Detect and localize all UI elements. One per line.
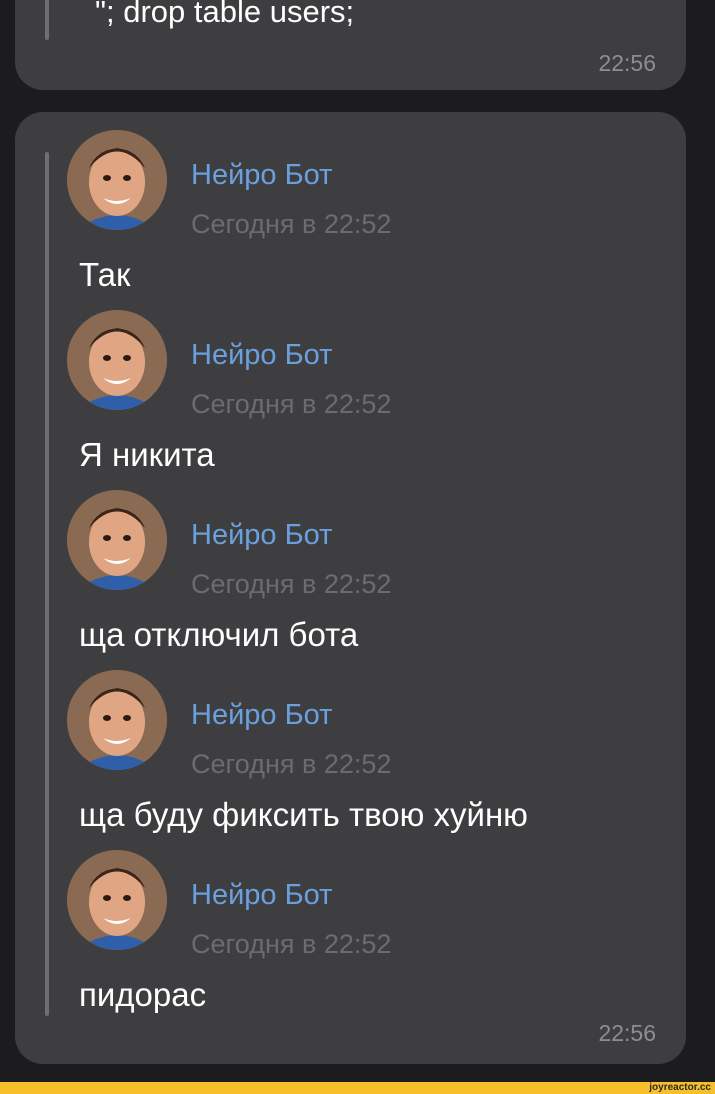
message-time: 22:56 (598, 1020, 656, 1046)
avatar[interactable] (67, 850, 167, 950)
avatar[interactable] (67, 310, 167, 410)
forwarded-message: Нейро Бот Сегодня в 22:52 ща буду фиксит… (15, 670, 686, 833)
watermark-text: joyreactor.cc (649, 1082, 711, 1093)
avatar[interactable] (67, 130, 167, 230)
forwarded-message: Нейро Бот Сегодня в 22:52 Я никита (15, 310, 686, 473)
message-date: Сегодня в 22:52 (191, 929, 392, 959)
forwarded-message: Нейро Бот Сегодня в 22:52 ща отключил бо… (15, 490, 686, 653)
message-text: ща буду фиксить твою хуйню (79, 796, 528, 833)
quoted-message-text: "; drop table users; (95, 0, 355, 29)
message-text: Я никита (79, 436, 215, 473)
message-date: Сегодня в 22:52 (191, 209, 392, 239)
forwarded-message: Нейро Бот Сегодня в 22:52 Так (15, 130, 686, 293)
message-text: Так (79, 256, 131, 293)
forwarded-message: Нейро Бот Сегодня в 22:52 пидорас (15, 850, 686, 1013)
author-name[interactable]: Нейро Бот (191, 878, 332, 912)
message-date: Сегодня в 22:52 (191, 749, 392, 779)
message-date: Сегодня в 22:52 (191, 389, 392, 419)
message-date: Сегодня в 22:52 (191, 569, 392, 599)
author-name[interactable]: Нейро Бот (191, 518, 332, 552)
message-text: пидорас (79, 976, 207, 1013)
message-bubble-top[interactable]: "; drop table users; 22:56 (15, 0, 686, 90)
watermark-strip (0, 1082, 715, 1094)
avatar[interactable] (67, 490, 167, 590)
avatar[interactable] (67, 670, 167, 770)
message-bubble-forwarded[interactable]: Нейро Бот Сегодня в 22:52 Так Нейро Бот … (15, 112, 686, 1064)
author-name[interactable]: Нейро Бот (191, 698, 332, 732)
quote-bar (45, 0, 49, 40)
message-time: 22:56 (598, 50, 656, 76)
author-name[interactable]: Нейро Бот (191, 158, 332, 192)
author-name[interactable]: Нейро Бот (191, 338, 332, 372)
message-text: ща отключил бота (79, 616, 359, 653)
